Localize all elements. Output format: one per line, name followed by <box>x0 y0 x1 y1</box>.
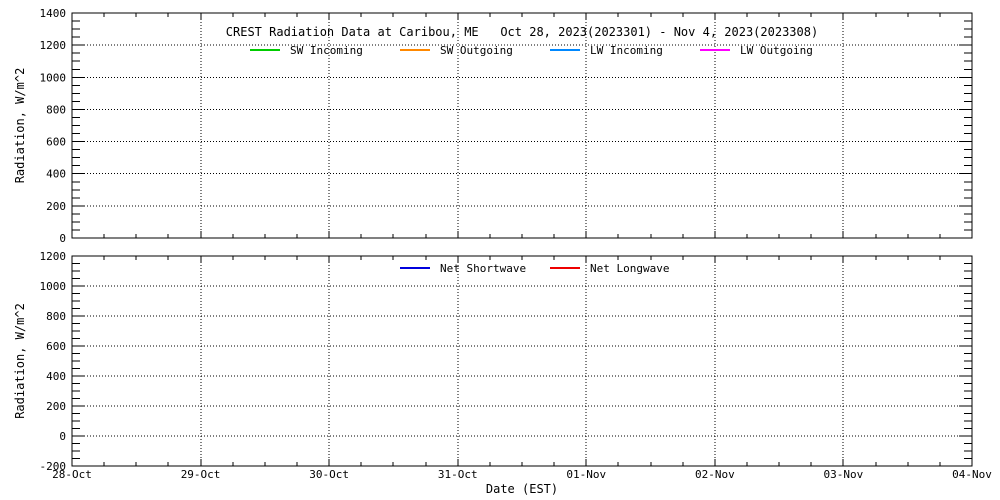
x-tick-label: 28-Oct <box>52 468 92 481</box>
legend-label: Net Shortwave <box>440 262 526 275</box>
y-tick-label: 1200 <box>40 39 67 52</box>
x-axis-title: Date (EST) <box>486 482 558 496</box>
legend-label: SW Incoming <box>290 44 363 57</box>
x-tick-label: 30-Oct <box>309 468 349 481</box>
y-axis-title: Radiation, W/m^2 <box>13 68 27 184</box>
y-tick-label: 200 <box>46 200 66 213</box>
legend-label: LW Outgoing <box>740 44 813 57</box>
y-tick-label: 800 <box>46 310 66 323</box>
plot-border <box>72 256 972 466</box>
radiation-figure: 0 200 400 600 800 1000 1200 1400 Radiation, W/m^… <box>0 0 1000 500</box>
y-tick-label: 1200 <box>40 250 67 263</box>
y-tick-label: 1000 <box>40 280 67 293</box>
y-axis-title: Radiation, W/m^2 <box>13 303 27 419</box>
y-tick-label: 1000 <box>40 71 67 84</box>
y-tick-label: 0 <box>59 232 66 245</box>
y-tick-label: 400 <box>46 370 66 383</box>
chart-title: CREST Radiation Data at Caribou, ME Oct … <box>226 25 818 39</box>
y-tick-label: 0 <box>59 430 66 443</box>
x-tick-label: 31-Oct <box>438 468 478 481</box>
y-tick-label: 600 <box>46 136 66 149</box>
gridlines <box>72 256 972 466</box>
x-tick-label: 01-Nov <box>566 468 606 481</box>
legend-label: SW Outgoing <box>440 44 513 57</box>
legend: SW Incoming SW Outgoing LW Incoming LW Outg… <box>250 44 813 57</box>
plot-border <box>72 13 972 238</box>
top-panel: 0 200 400 600 800 1000 1200 1400 Radiation, W/m^… <box>13 7 972 245</box>
x-tick-label: 04-Nov <box>952 468 992 481</box>
legend: Net Shortwave Net Longwave <box>400 262 669 275</box>
legend-label: LW Incoming <box>590 44 663 57</box>
y-tick-label: 1400 <box>40 7 67 20</box>
ticks <box>72 13 972 238</box>
y-tick-label: 600 <box>46 340 66 353</box>
bottom-panel: -200020040060080010001200Radiation, W/m^… <box>13 250 992 496</box>
radiation-chart: 0 200 400 600 800 1000 1200 1400 Radiation, W/m^… <box>0 0 1000 500</box>
x-tick-label: 03-Nov <box>824 468 864 481</box>
y-tick-label: 200 <box>46 400 66 413</box>
y-tick-label: 800 <box>46 103 66 116</box>
x-tick-label: 29-Oct <box>181 468 221 481</box>
legend-label: Net Longwave <box>590 262 669 275</box>
gridlines <box>72 13 972 238</box>
ticks <box>72 256 972 466</box>
x-tick-label: 02-Nov <box>695 468 735 481</box>
y-tick-label: 400 <box>46 168 66 181</box>
